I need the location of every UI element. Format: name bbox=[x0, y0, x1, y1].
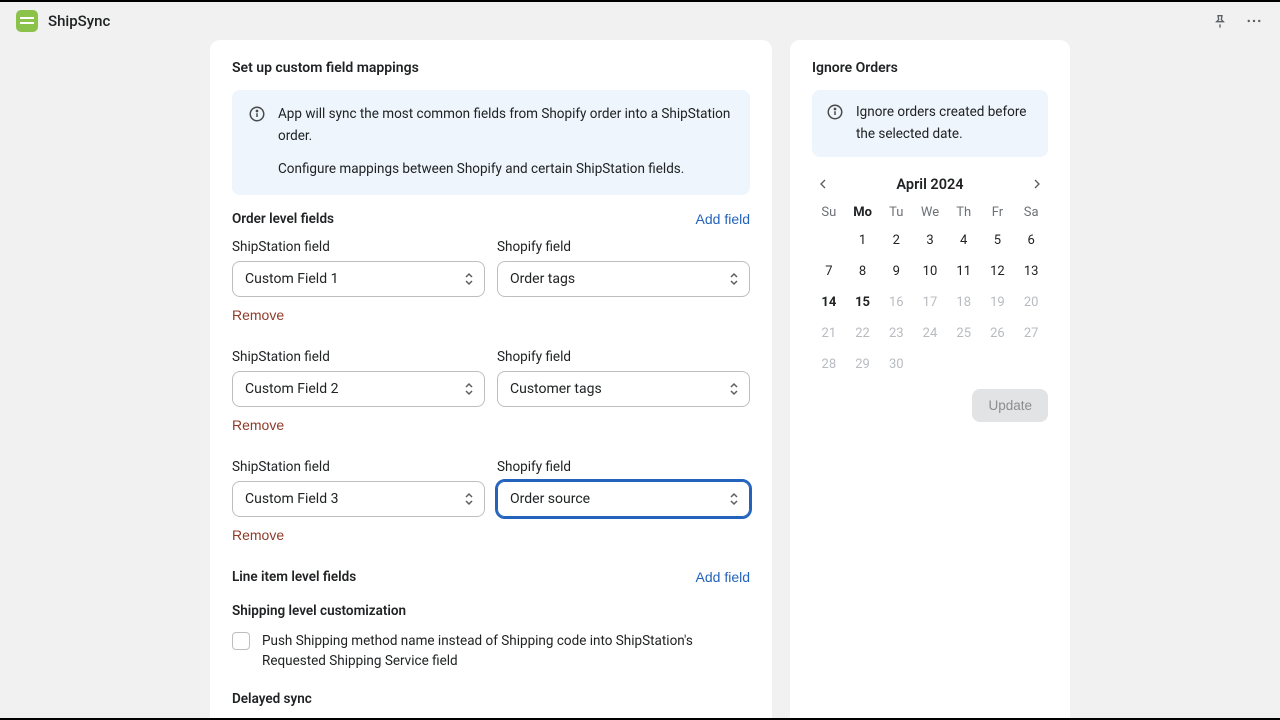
shipstation-field-select[interactable]: Custom Field 2 bbox=[232, 371, 485, 407]
chevron-updown-icon bbox=[729, 491, 739, 507]
pin-icon[interactable] bbox=[1210, 11, 1230, 31]
calendar-day[interactable]: 12 bbox=[981, 261, 1015, 282]
calendar-day bbox=[812, 230, 846, 251]
calendar-day[interactable]: 17 bbox=[913, 292, 947, 313]
calendar-day bbox=[947, 354, 981, 375]
calendar-day[interactable]: 10 bbox=[913, 261, 947, 282]
remove-button[interactable]: Remove bbox=[232, 527, 284, 543]
shipstation-field-select[interactable]: Custom Field 1 bbox=[232, 261, 485, 297]
shipping-customization-title: Shipping level customization bbox=[232, 603, 750, 619]
calendar-day[interactable]: 15 bbox=[846, 292, 880, 313]
calendar-day[interactable]: 23 bbox=[879, 323, 913, 344]
shipstation-field-select[interactable]: Custom Field 3 bbox=[232, 481, 485, 517]
select-value: Order tags bbox=[510, 271, 575, 287]
app-name: ShipSync bbox=[48, 12, 110, 30]
calendar-dow: Sa bbox=[1014, 205, 1048, 220]
calendar-day[interactable]: 6 bbox=[1014, 230, 1048, 251]
mapping-row: ShipStation field Custom Field 3 Shopify… bbox=[232, 459, 750, 561]
calendar-day[interactable]: 30 bbox=[879, 354, 913, 375]
chevron-updown-icon bbox=[729, 271, 739, 287]
calendar-day[interactable]: 5 bbox=[981, 230, 1015, 251]
info-icon bbox=[248, 105, 266, 123]
add-field-button[interactable]: Add field bbox=[696, 569, 750, 585]
calendar-day bbox=[913, 354, 947, 375]
shipstation-field-label: ShipStation field bbox=[232, 239, 485, 255]
mapping-row: ShipStation field Custom Field 1 Shopify… bbox=[232, 239, 750, 341]
calendar-month-label: April 2024 bbox=[896, 176, 963, 193]
info-text-1: App will sync the most common fields fro… bbox=[278, 104, 734, 147]
calendar-day[interactable]: 18 bbox=[947, 292, 981, 313]
calendar-day[interactable]: 21 bbox=[812, 323, 846, 344]
calendar-next-button[interactable] bbox=[1026, 173, 1048, 195]
select-value: Custom Field 3 bbox=[245, 491, 338, 507]
calendar-day[interactable]: 19 bbox=[981, 292, 1015, 313]
calendar-dow: We bbox=[913, 205, 947, 220]
calendar-day[interactable]: 8 bbox=[846, 261, 880, 282]
calendar-day[interactable]: 11 bbox=[947, 261, 981, 282]
chevron-updown-icon bbox=[464, 381, 474, 397]
app-icon bbox=[16, 10, 38, 32]
calendar-dow: Mo bbox=[846, 205, 880, 220]
more-icon[interactable] bbox=[1244, 11, 1264, 31]
chevron-updown-icon bbox=[729, 381, 739, 397]
shipping-method-checkbox[interactable] bbox=[232, 632, 250, 650]
chevron-updown-icon bbox=[464, 491, 474, 507]
calendar-day[interactable]: 27 bbox=[1014, 323, 1048, 344]
calendar-dow: Tu bbox=[879, 205, 913, 220]
delayed-sync-title: Delayed sync bbox=[232, 691, 750, 707]
calendar-day[interactable]: 7 bbox=[812, 261, 846, 282]
select-value: Custom Field 1 bbox=[245, 271, 338, 287]
shopify-field-select[interactable]: Customer tags bbox=[497, 371, 750, 407]
calendar-day[interactable]: 1 bbox=[846, 230, 880, 251]
panel-title: Ignore Orders bbox=[812, 60, 1048, 76]
mapping-row: ShipStation field Custom Field 2 Shopify… bbox=[232, 349, 750, 451]
calendar-day[interactable]: 22 bbox=[846, 323, 880, 344]
select-value: Order source bbox=[510, 491, 590, 507]
info-text-2: Configure mappings between Shopify and c… bbox=[278, 159, 734, 181]
ignore-orders-panel: Ignore Orders Ignore orders created befo… bbox=[790, 40, 1070, 720]
shipping-method-label: Push Shipping method name instead of Shi… bbox=[262, 631, 750, 672]
shopify-field-select[interactable]: Order source bbox=[497, 481, 750, 517]
calendar-day[interactable]: 4 bbox=[947, 230, 981, 251]
calendar-day[interactable]: 25 bbox=[947, 323, 981, 344]
calendar-day[interactable]: 13 bbox=[1014, 261, 1048, 282]
calendar-day[interactable]: 26 bbox=[981, 323, 1015, 344]
calendar-dow: Fr bbox=[981, 205, 1015, 220]
info-icon bbox=[826, 103, 844, 121]
calendar-day[interactable]: 29 bbox=[846, 354, 880, 375]
order-level-title: Order level fields bbox=[232, 211, 334, 227]
calendar-day[interactable]: 9 bbox=[879, 261, 913, 282]
line-item-title: Line item level fields bbox=[232, 569, 356, 585]
remove-button[interactable]: Remove bbox=[232, 417, 284, 433]
shopify-field-label: Shopify field bbox=[497, 349, 750, 365]
calendar-day bbox=[981, 354, 1015, 375]
calendar-day[interactable]: 14 bbox=[812, 292, 846, 313]
shopify-field-label: Shopify field bbox=[497, 239, 750, 255]
calendar-day[interactable]: 16 bbox=[879, 292, 913, 313]
select-value: Customer tags bbox=[510, 381, 602, 397]
calendar-day[interactable]: 24 bbox=[913, 323, 947, 344]
chevron-updown-icon bbox=[464, 271, 474, 287]
select-value: Custom Field 2 bbox=[245, 381, 338, 397]
calendar-day bbox=[1014, 354, 1048, 375]
update-button[interactable]: Update bbox=[972, 389, 1048, 422]
panel-title: Set up custom field mappings bbox=[232, 60, 750, 76]
mappings-panel: Set up custom field mappings App will sy… bbox=[210, 40, 772, 720]
shipstation-field-label: ShipStation field bbox=[232, 459, 485, 475]
calendar-prev-button[interactable] bbox=[812, 173, 834, 195]
calendar-dow: Su bbox=[812, 205, 846, 220]
calendar-day[interactable]: 28 bbox=[812, 354, 846, 375]
calendar-dow: Th bbox=[947, 205, 981, 220]
shipstation-field-label: ShipStation field bbox=[232, 349, 485, 365]
calendar-day[interactable]: 2 bbox=[879, 230, 913, 251]
remove-button[interactable]: Remove bbox=[232, 307, 284, 323]
shopify-field-select[interactable]: Order tags bbox=[497, 261, 750, 297]
calendar-day[interactable]: 3 bbox=[913, 230, 947, 251]
calendar-grid: SuMoTuWeThFrSa12345678910111213141516171… bbox=[812, 205, 1048, 375]
calendar-day[interactable]: 20 bbox=[1014, 292, 1048, 313]
shopify-field-label: Shopify field bbox=[497, 459, 750, 475]
add-field-button[interactable]: Add field bbox=[696, 211, 750, 227]
ignore-info-text: Ignore orders created before the selecte… bbox=[856, 102, 1034, 145]
info-callout: App will sync the most common fields fro… bbox=[232, 90, 750, 195]
